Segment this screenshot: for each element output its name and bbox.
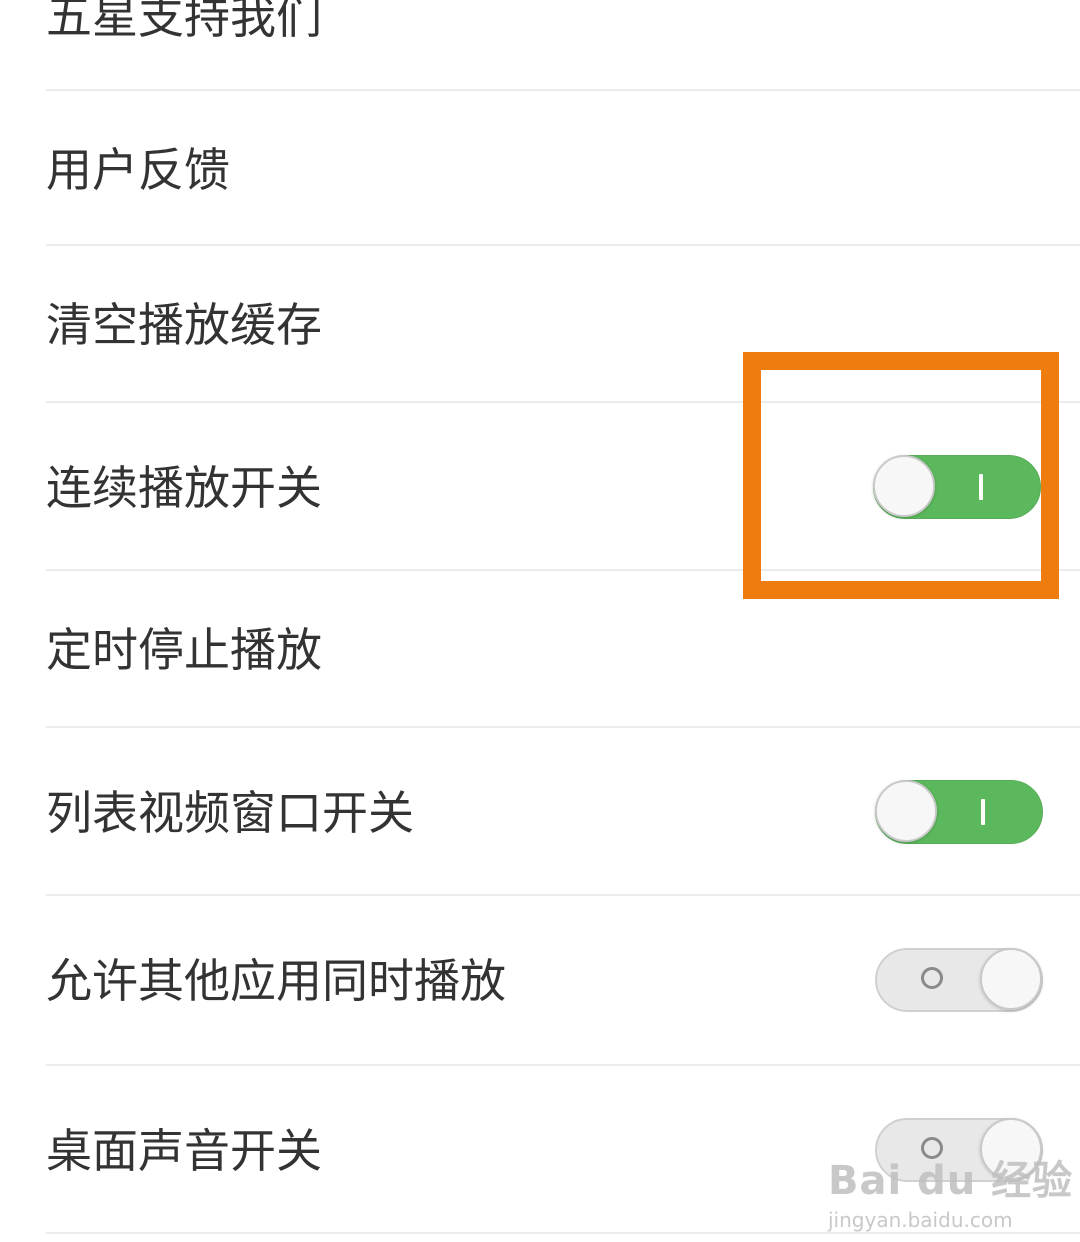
setting-row-desktop-sound[interactable]: 桌面声音开关 (0, 1065, 1080, 1233)
toggle-knob (875, 780, 937, 842)
toggle-off-mark-icon (921, 1137, 943, 1159)
toggle-knob (980, 948, 1042, 1010)
desktop-sound-toggle[interactable] (875, 1118, 1043, 1182)
toggle-on-mark-icon (981, 799, 985, 825)
continuous-play-toggle[interactable] (873, 455, 1041, 519)
toggle-off-mark-icon (921, 967, 943, 989)
divider (46, 1232, 1080, 1234)
setting-label: 允许其他应用同时播放 (46, 954, 506, 1008)
allow-other-apps-toggle[interactable] (875, 948, 1043, 1012)
settings-list: 五星支持我们 用户反馈 清空播放缓存 连续播放开关 定时停止播放 列表视频窗口开… (0, 0, 1080, 1242)
setting-row-list-video-window[interactable]: 列表视频窗口开关 (0, 727, 1080, 895)
setting-row-allow-other-apps[interactable]: 允许其他应用同时播放 (0, 895, 1080, 1065)
setting-label: 连续播放开关 (46, 461, 322, 515)
setting-label: 五星支持我们 (46, 0, 322, 44)
toggle-on-mark-icon (979, 474, 983, 500)
setting-row-continuous-play[interactable]: 连续播放开关 (0, 402, 1080, 570)
toggle-knob (980, 1118, 1042, 1180)
list-video-window-toggle[interactable] (875, 780, 1043, 844)
setting-label: 桌面声音开关 (46, 1124, 322, 1178)
setting-row-rate-us[interactable]: 五星支持我们 (0, 0, 1080, 90)
setting-row-feedback[interactable]: 用户反馈 (0, 90, 1080, 245)
toggle-knob (873, 455, 935, 517)
setting-label: 列表视频窗口开关 (46, 786, 414, 840)
setting-label: 用户反馈 (46, 143, 230, 197)
setting-label: 定时停止播放 (46, 623, 322, 677)
setting-label: 清空播放缓存 (46, 298, 322, 352)
setting-row-sleep-timer[interactable]: 定时停止播放 (0, 570, 1080, 727)
setting-row-clear-cache[interactable]: 清空播放缓存 (0, 245, 1080, 402)
